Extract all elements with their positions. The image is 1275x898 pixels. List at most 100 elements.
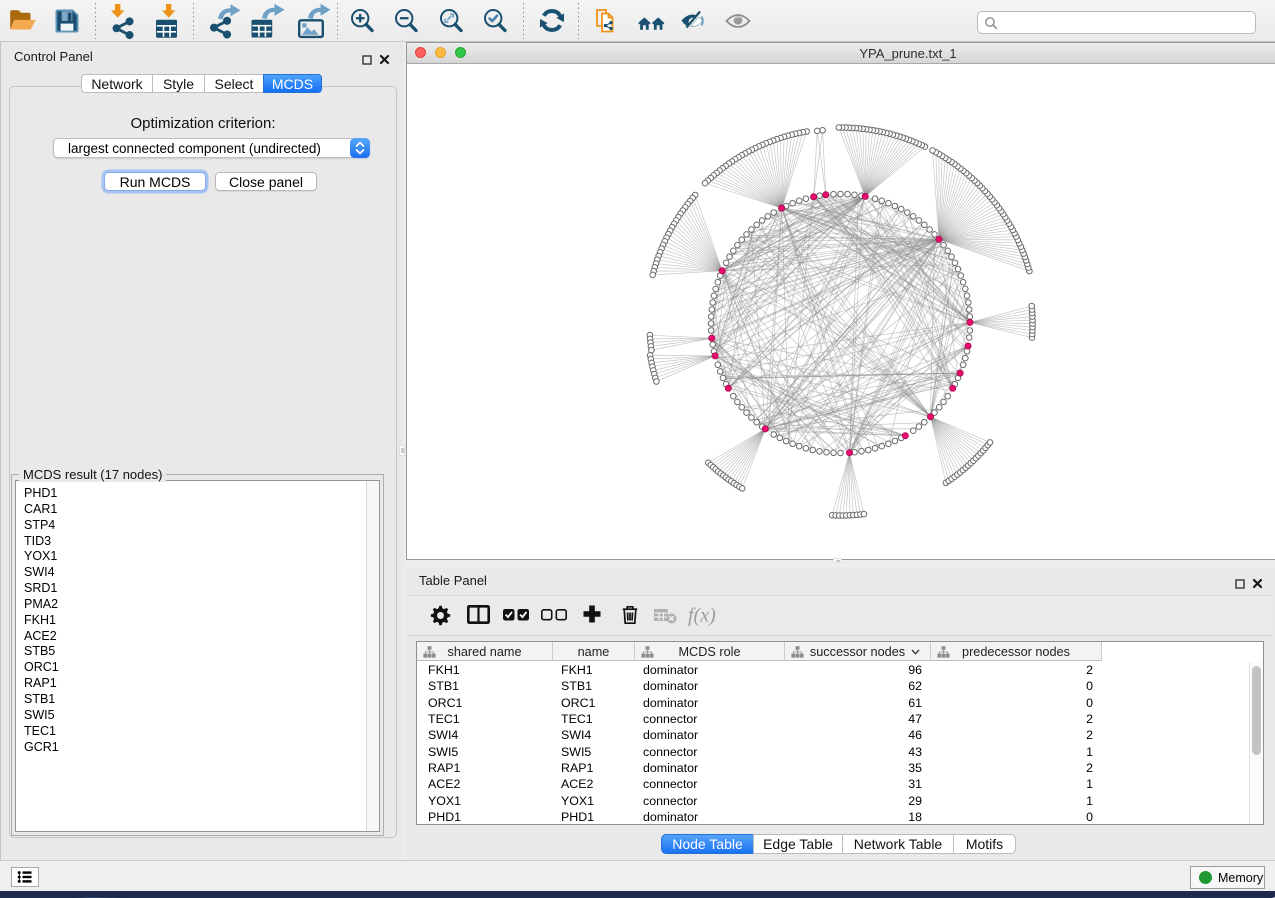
cell-name[interactable]: SWI4 bbox=[553, 728, 635, 742]
export-table-icon[interactable] bbox=[249, 7, 277, 35]
add-column-icon[interactable] bbox=[579, 605, 605, 632]
network-node[interactable] bbox=[960, 362, 966, 368]
cell-successor-nodes[interactable]: 46 bbox=[785, 728, 931, 742]
cell-MCDS-role[interactable]: connector bbox=[635, 745, 785, 759]
network-node[interactable] bbox=[709, 307, 715, 313]
network-node[interactable] bbox=[967, 328, 973, 334]
network-node[interactable] bbox=[735, 399, 741, 405]
zoom-fit-icon[interactable] bbox=[437, 7, 465, 35]
cell-predecessor-nodes[interactable]: 0 bbox=[931, 679, 1102, 693]
network-node[interactable] bbox=[771, 432, 777, 438]
dominator-node-STB5[interactable] bbox=[902, 433, 908, 439]
show-hidden-icon[interactable] bbox=[724, 7, 752, 35]
network-node[interactable] bbox=[936, 405, 942, 411]
network-canvas[interactable] bbox=[407, 65, 1275, 558]
table-row[interactable]: PHD1PHD1dominator180 bbox=[417, 809, 1249, 825]
table-row[interactable]: SWI4SWI4dominator462 bbox=[417, 727, 1249, 743]
dominator-node-STP4[interactable] bbox=[811, 194, 817, 200]
network-node[interactable] bbox=[749, 415, 755, 421]
zoom-selected-icon[interactable] bbox=[481, 7, 509, 35]
network-node[interactable] bbox=[910, 428, 916, 434]
network-node[interactable] bbox=[945, 248, 951, 254]
network-node[interactable] bbox=[905, 210, 911, 216]
table-scrollbar-thumb[interactable] bbox=[1252, 666, 1261, 755]
column-header-name[interactable]: name bbox=[553, 642, 635, 661]
dominator-node-PHD1[interactable] bbox=[709, 335, 715, 341]
column-header-shared-name[interactable]: shared name bbox=[417, 642, 553, 661]
network-node[interactable] bbox=[708, 328, 714, 334]
dominator-node-SRD1[interactable] bbox=[965, 343, 971, 349]
dominator-node-STB1[interactable] bbox=[779, 205, 785, 211]
network-node[interactable] bbox=[739, 405, 745, 411]
network-node[interactable] bbox=[866, 447, 872, 453]
cell-predecessor-nodes[interactable]: 1 bbox=[931, 794, 1102, 808]
mcds-result-item[interactable]: SRD1 bbox=[16, 581, 379, 597]
export-image-icon[interactable] bbox=[293, 7, 321, 35]
network-node[interactable] bbox=[783, 438, 789, 444]
mcds-result-item[interactable]: ACE2 bbox=[16, 629, 379, 645]
cell-MCDS-role[interactable]: connector bbox=[635, 794, 785, 808]
network-node[interactable] bbox=[710, 342, 716, 348]
tab-select[interactable]: Select bbox=[204, 74, 264, 93]
cell-successor-nodes[interactable]: 47 bbox=[785, 712, 931, 726]
table-row[interactable]: FKH1FKH1dominator962 bbox=[417, 662, 1249, 678]
network-node[interactable] bbox=[859, 449, 865, 455]
network-node[interactable] bbox=[916, 424, 922, 430]
cell-predecessor-nodes[interactable]: 0 bbox=[931, 810, 1102, 824]
cell-successor-nodes[interactable]: 96 bbox=[785, 663, 931, 677]
leaf-node[interactable] bbox=[650, 272, 656, 278]
network-node[interactable] bbox=[765, 214, 771, 220]
network-node[interactable] bbox=[715, 279, 721, 285]
mcds-result-item[interactable]: PHD1 bbox=[16, 486, 379, 502]
network-node[interactable] bbox=[796, 198, 802, 204]
cell-MCDS-role[interactable]: dominator bbox=[635, 810, 785, 824]
leaf-node[interactable] bbox=[1029, 303, 1035, 309]
cell-successor-nodes[interactable]: 35 bbox=[785, 761, 931, 775]
network-node[interactable] bbox=[831, 191, 837, 197]
float-panel-icon[interactable] bbox=[362, 52, 372, 70]
column-layout-icon[interactable] bbox=[464, 605, 493, 632]
leaf-node[interactable] bbox=[836, 125, 842, 131]
network-node[interactable] bbox=[790, 200, 796, 206]
network-node[interactable] bbox=[810, 447, 816, 453]
network-node[interactable] bbox=[777, 435, 783, 441]
select-columns-icon[interactable] bbox=[500, 605, 532, 632]
mcds-result-item[interactable]: SWI4 bbox=[16, 565, 379, 581]
column-header-predecessor-nodes[interactable]: predecessor nodes bbox=[931, 642, 1102, 661]
mcds-result-item[interactable]: RAP1 bbox=[16, 676, 379, 692]
float-panel-icon[interactable] bbox=[1235, 576, 1245, 594]
open-file-icon[interactable] bbox=[8, 7, 36, 35]
cell-shared-name[interactable]: RAP1 bbox=[417, 761, 553, 775]
unselect-columns-icon[interactable] bbox=[538, 605, 570, 632]
cell-successor-nodes[interactable]: 29 bbox=[785, 794, 931, 808]
cell-successor-nodes[interactable]: 18 bbox=[785, 810, 931, 824]
network-node[interactable] bbox=[949, 254, 955, 260]
dominator-node-ORC1[interactable] bbox=[862, 193, 868, 199]
network-node[interactable] bbox=[963, 355, 969, 361]
cell-predecessor-nodes[interactable]: 1 bbox=[931, 777, 1102, 791]
mcds-result-item[interactable]: STB1 bbox=[16, 692, 379, 708]
network-node[interactable] bbox=[708, 314, 714, 320]
dominator-node-TID3[interactable] bbox=[823, 192, 829, 198]
network-node[interactable] bbox=[910, 214, 916, 220]
network-node[interactable] bbox=[708, 321, 714, 327]
cell-name[interactable]: TEC1 bbox=[553, 712, 635, 726]
close-panel-icon[interactable] bbox=[1252, 576, 1263, 594]
leaf-node[interactable] bbox=[649, 347, 655, 353]
import-network-icon[interactable] bbox=[108, 7, 136, 35]
network-node[interactable] bbox=[720, 375, 726, 381]
network-node[interactable] bbox=[845, 191, 851, 197]
network-node[interactable] bbox=[717, 369, 723, 375]
network-node[interactable] bbox=[955, 266, 961, 272]
apply-layout-icon[interactable] bbox=[538, 7, 566, 35]
network-node[interactable] bbox=[838, 450, 844, 456]
mcds-result-item[interactable]: TID3 bbox=[16, 534, 379, 550]
network-node[interactable] bbox=[966, 335, 972, 341]
network-node[interactable] bbox=[898, 206, 904, 212]
tab-edge-table[interactable]: Edge Table bbox=[753, 834, 843, 854]
import-table-icon[interactable] bbox=[152, 7, 180, 35]
cell-shared-name[interactable]: FKH1 bbox=[417, 663, 553, 677]
tab-style[interactable]: Style bbox=[152, 74, 205, 93]
copy-style-icon[interactable] bbox=[593, 7, 621, 35]
vertical-splitter-handle[interactable] bbox=[399, 445, 405, 456]
